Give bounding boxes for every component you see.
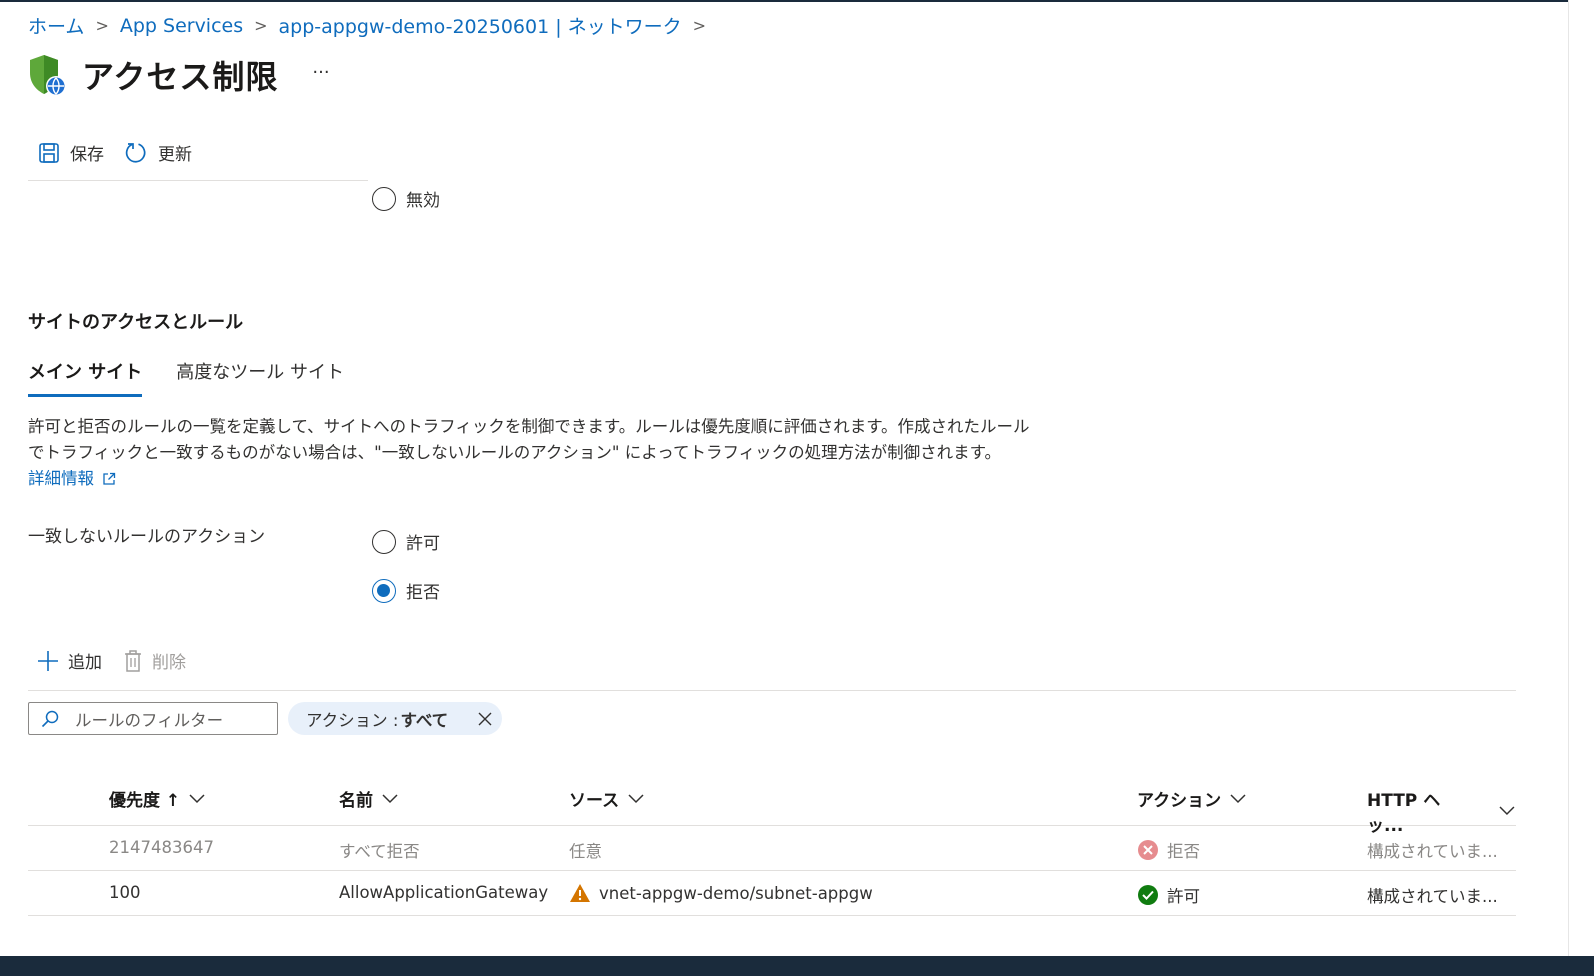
window-right-gutter [1568, 0, 1594, 976]
delete-rule-button[interactable]: 削除 [122, 648, 186, 673]
window-bottom-border [0, 956, 1594, 976]
column-header-action[interactable]: アクション [1137, 786, 1247, 811]
radio-allow[interactable] [372, 529, 396, 554]
refresh-label: 更新 [158, 145, 192, 165]
column-priority-label: 優先度 ↑ [109, 791, 181, 811]
table-row[interactable]: 2147483647 すべて拒否 任意 拒否 構成されていま... [28, 826, 1516, 871]
page-header: アクセス制限 ··· [28, 52, 330, 98]
radio-deny-label: 拒否 [406, 583, 440, 603]
column-source-label: ソース [569, 791, 620, 811]
cell-name: すべて拒否 [339, 842, 420, 861]
learn-more-link[interactable]: 詳細情報 [28, 466, 116, 492]
action-filter-pill[interactable]: アクション : すべて [288, 702, 502, 735]
cell-source: vnet-appgw-demo/subnet-appgw [569, 883, 873, 903]
add-label: 追加 [68, 653, 102, 673]
check-circle-icon [1138, 885, 1158, 905]
table-row[interactable]: 100 AllowApplicationGateway vnet-appgw-d… [28, 871, 1516, 916]
refresh-icon [125, 142, 146, 163]
pill-prefix: アクション : [306, 710, 399, 730]
cell-action: 許可 [1137, 883, 1200, 907]
unmatched-allow-option[interactable]: 許可 [372, 529, 440, 554]
save-label: 保存 [70, 145, 104, 165]
breadcrumb-home[interactable]: ホーム [28, 12, 84, 39]
cell-name: AllowApplicationGateway [339, 883, 549, 902]
rules-toolbar: 追加 削除 [36, 648, 206, 673]
chevron-right-icon: > [254, 16, 268, 35]
filter-placeholder: ルールのフィルター [75, 710, 224, 730]
column-name-label: 名前 [339, 791, 373, 811]
page-title: アクセス制限 [82, 58, 279, 96]
shield-globe-icon [28, 53, 68, 97]
breadcrumb: ホーム > App Services > app-appgw-demo-2025… [28, 12, 717, 39]
rules-toolbar-divider [28, 690, 1516, 691]
column-action-label: アクション [1137, 791, 1222, 811]
cell-source-label: vnet-appgw-demo/subnet-appgw [599, 883, 873, 903]
add-rule-button[interactable]: 追加 [36, 648, 102, 673]
description-line-2: でトラフィックと一致するものがない場合は、"一致しないルールのアクション" によ… [28, 443, 1001, 462]
cell-action: 拒否 [1137, 838, 1200, 862]
cell-source: 任意 [569, 842, 602, 861]
tab-main-site[interactable]: メイン サイト [28, 358, 143, 397]
plus-icon [38, 650, 58, 671]
window-top-border [0, 0, 1594, 2]
save-button[interactable]: 保存 [38, 140, 104, 165]
trash-icon [125, 649, 141, 672]
toolbar-divider [28, 180, 368, 181]
table-header: 優先度 ↑ 名前 ソース アクション HTTP ヘッ... [28, 780, 1516, 836]
column-header-priority[interactable]: 優先度 ↑ [109, 786, 206, 811]
refresh-button[interactable]: 更新 [124, 140, 192, 165]
chevron-down-icon [1230, 793, 1246, 803]
breadcrumb-resource[interactable]: app-appgw-demo-20250601 | ネットワーク [279, 12, 682, 39]
command-bar: 保存 更新 [38, 140, 212, 165]
radio-disabled[interactable] [372, 186, 396, 211]
radio-allow-label: 許可 [406, 534, 440, 554]
pill-value: すべて [400, 710, 449, 730]
description: 許可と拒否のルールの一覧を定義して、サイトへのトラフィックを制御できます。ルール… [28, 414, 1108, 492]
cell-action-label: 許可 [1167, 887, 1200, 906]
warning-icon [570, 884, 590, 902]
unmatched-deny-option[interactable]: 拒否 [372, 578, 440, 603]
close-icon[interactable] [476, 710, 494, 728]
column-header-name[interactable]: 名前 [339, 786, 399, 811]
breadcrumb-app-services[interactable]: App Services [120, 15, 243, 37]
chevron-down-icon [189, 793, 205, 803]
tab-advanced-tool-site[interactable]: 高度なツール サイト [176, 358, 344, 397]
delete-label: 削除 [152, 653, 186, 673]
radio-deny[interactable] [372, 578, 396, 603]
deny-icon [1138, 840, 1158, 860]
cell-http: 構成されていま... [1367, 887, 1498, 906]
search-icon [41, 710, 59, 727]
unmatched-action-label: 一致しないルールのアクション [28, 527, 266, 547]
public-access-disabled-option[interactable]: 無効 [372, 186, 440, 211]
cell-priority: 2147483647 [109, 838, 214, 857]
chevron-down-icon [1499, 806, 1515, 816]
chevron-down-icon [628, 793, 644, 803]
chevron-right-icon: > [692, 16, 707, 35]
cell-http: 構成されていま... [1367, 842, 1498, 861]
cell-priority: 100 [109, 883, 141, 902]
site-tabs: メイン サイト 高度なツール サイト [28, 358, 378, 397]
save-icon [39, 142, 59, 163]
cell-action-label: 拒否 [1167, 842, 1200, 861]
chevron-down-icon [382, 793, 398, 803]
more-options-icon[interactable]: ··· [312, 62, 329, 83]
external-link-icon [103, 472, 116, 485]
description-line-1: 許可と拒否のルールの一覧を定義して、サイトへのトラフィックを制御できます。ルール… [28, 417, 1030, 436]
section-title: サイトのアクセスとルール [28, 312, 244, 333]
column-header-source[interactable]: ソース [569, 786, 645, 811]
rule-filter-input[interactable]: ルールのフィルター [28, 702, 278, 735]
learn-more-label: 詳細情報 [28, 469, 94, 488]
radio-disabled-label: 無効 [406, 191, 440, 211]
chevron-right-icon: > [95, 16, 109, 35]
